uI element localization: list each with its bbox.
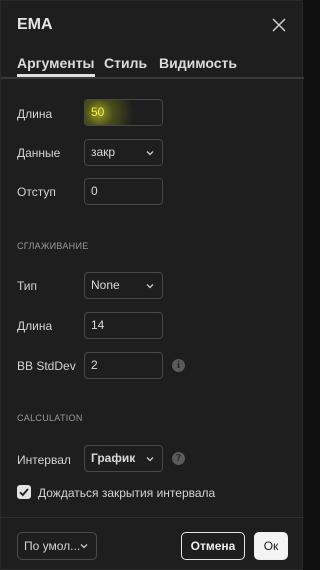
calculation-section-title: CALCULATION (17, 413, 83, 423)
interval-label: Интервал (17, 453, 71, 467)
bb-stddev-value: 2 (91, 358, 98, 372)
smoothing-type-select[interactable]: None (84, 272, 163, 299)
smoothing-length-label: Длина (17, 319, 53, 333)
cancel-button[interactable]: Отмена (181, 532, 245, 560)
offset-input[interactable]: 0 (84, 178, 163, 205)
bb-stddev-label: BB StdDev (17, 359, 76, 373)
help-icon[interactable]: ? (172, 452, 185, 465)
source-value: закр (91, 145, 116, 159)
chevron-down-icon (80, 544, 88, 549)
footer-divider (1, 517, 304, 518)
smoothing-type-label: Тип (17, 279, 38, 293)
indicator-settings-dialog: EMA Аргументы Стиль Видимость Длина 50 Д… (0, 0, 304, 570)
checkmark-icon (19, 488, 29, 497)
chevron-down-icon (146, 284, 154, 289)
defaults-label: По умол... (24, 539, 81, 553)
defaults-dropdown-button[interactable]: По умол... (17, 532, 97, 560)
smoothing-length-value: 14 (91, 318, 105, 332)
length-label: Длина (17, 107, 53, 121)
offset-value: 0 (91, 184, 98, 198)
wait-close-label[interactable]: Дождаться закрытия интервала (38, 486, 215, 500)
tab-arguments[interactable]: Аргументы (17, 55, 95, 77)
offset-label: Отступ (17, 185, 56, 199)
close-button[interactable] (270, 16, 288, 34)
source-label: Данные (17, 146, 61, 160)
interval-value: График (91, 451, 136, 465)
interval-select[interactable]: График (84, 445, 163, 472)
smoothing-length-input[interactable]: 14 (84, 312, 163, 339)
smoothing-section-title: СГЛАЖИВАНИЕ (17, 241, 89, 251)
bb-stddev-input[interactable]: 2 (84, 352, 163, 379)
ok-button[interactable]: Ок (254, 532, 288, 560)
tab-bar: Аргументы Стиль Видимость (1, 55, 304, 79)
dialog-title: EMA (17, 16, 53, 33)
length-input[interactable]: 50 (84, 99, 163, 126)
chevron-down-icon (146, 457, 154, 462)
close-icon (272, 18, 286, 32)
smoothing-type-value: None (91, 278, 120, 292)
tab-style[interactable]: Стиль (104, 55, 147, 71)
tab-visibility[interactable]: Видимость (159, 55, 237, 71)
length-value: 50 (91, 105, 105, 119)
chevron-down-icon (146, 151, 154, 156)
wait-close-checkbox[interactable] (17, 485, 31, 499)
source-select[interactable]: закр (84, 139, 163, 166)
info-icon[interactable]: i (172, 359, 185, 372)
